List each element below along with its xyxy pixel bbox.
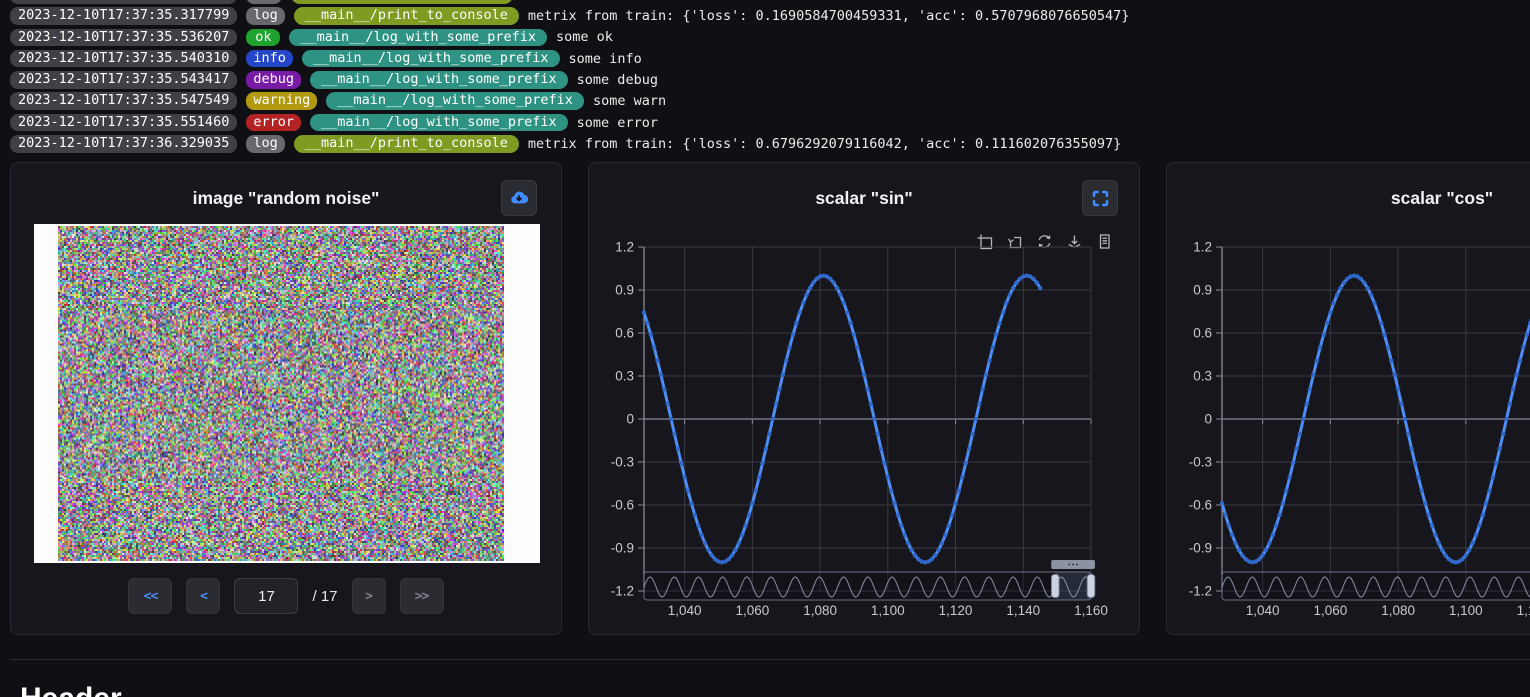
sin-card: scalar "sin" <box>588 162 1140 635</box>
timestamp-badge: 2023-12-10T17:37:36.329035 <box>10 135 237 153</box>
svg-text:-1.2: -1.2 <box>611 584 634 599</box>
svg-text:1,080: 1,080 <box>1381 603 1415 618</box>
timestamp-badge: 2023-12-10T17:37:35.317799 <box>10 7 237 25</box>
level-badge: warning <box>246 92 317 110</box>
next-page-button[interactable]: > <box>352 578 386 614</box>
level-badge <box>246 0 282 4</box>
timestamp-badge: 2023-12-10T17:37:35.543417 <box>10 71 237 89</box>
svg-text:-0.6: -0.6 <box>611 498 634 513</box>
log-message: some error <box>577 115 658 131</box>
svg-text:-0.6: -0.6 <box>1189 498 1212 513</box>
source-badge: __main__/log_with_some_prefix <box>326 92 584 110</box>
source-badge: __main__/print_to_console <box>294 135 519 153</box>
svg-text:1,080: 1,080 <box>803 603 837 618</box>
datazoom-handle-left[interactable] <box>1051 575 1059 598</box>
log-row: 2023-12-10T17:37:35.551460 error __main__/… <box>10 114 1129 132</box>
svg-text:1,160: 1,160 <box>1074 603 1108 618</box>
source-badge: __main__/log_with_some_prefix <box>302 50 560 68</box>
svg-text:-0.3: -0.3 <box>611 455 634 470</box>
svg-text:0.9: 0.9 <box>615 283 634 298</box>
timestamp-badge <box>10 0 237 4</box>
svg-text:1,140: 1,140 <box>1006 603 1040 618</box>
svg-text:0.6: 0.6 <box>615 326 634 341</box>
log-message: some warn <box>593 93 666 109</box>
svg-text:-1.2: -1.2 <box>1189 584 1212 599</box>
prev-page-button[interactable]: < <box>186 578 220 614</box>
source-badge: __main__/log_with_some_prefix <box>310 114 568 132</box>
log-message: metrix from train: {'loss': 0.6796292079… <box>528 136 1121 152</box>
cos-chart[interactable]: 1.2 0.9 0.6 0.3 0 -0.3 -0.6 -0.9 -1.2 1,040 1,060 1… <box>1167 163 1530 636</box>
log-message: some info <box>569 51 642 67</box>
sin-chart[interactable]: 1.2 0.9 0.6 0.3 0 -0.3 -0.6 -0.9 -1.2 1,040 1,060 1… <box>589 163 1141 636</box>
svg-text:1,100: 1,100 <box>1449 603 1483 618</box>
svg-text:0.3: 0.3 <box>1193 369 1212 384</box>
image-card-title: image "random noise" <box>11 188 561 209</box>
image-frame <box>34 224 540 563</box>
page-input[interactable] <box>234 578 298 614</box>
level-badge: log <box>246 7 284 25</box>
svg-text:0: 0 <box>1204 412 1212 427</box>
svg-text:0.3: 0.3 <box>615 369 634 384</box>
first-page-button[interactable]: << <box>128 578 172 614</box>
log-message: some ok <box>556 29 613 45</box>
svg-text:1.2: 1.2 <box>1193 240 1212 255</box>
svg-text:-0.9: -0.9 <box>611 541 634 556</box>
timestamp-badge: 2023-12-10T17:37:35.547549 <box>10 92 237 110</box>
svg-text:1,120: 1,120 <box>1517 603 1530 618</box>
timestamp-badge: 2023-12-10T17:37:35.551460 <box>10 114 237 132</box>
source-badge: __main__/log_with_some_prefix <box>289 29 547 47</box>
svg-text:1,040: 1,040 <box>1246 603 1280 618</box>
log-row: 2023-12-10T17:37:35.540310 info __main__/l… <box>10 50 1129 68</box>
log-row: 2023-12-10T17:37:35.536207 ok __main__/log… <box>10 29 1129 47</box>
divider <box>10 659 1530 660</box>
log-console: 2023-12-10T17:37:35.317799 log __main__/pr… <box>10 0 1129 156</box>
level-badge: info <box>246 50 293 68</box>
source-badge: __main__/log_with_some_prefix <box>310 71 568 89</box>
svg-text:0.6: 0.6 <box>1193 326 1212 341</box>
pagination: << < / 17 > >> <box>11 578 561 614</box>
svg-text:1,060: 1,060 <box>1313 603 1347 618</box>
source-badge <box>291 0 513 4</box>
noise-image <box>58 226 504 561</box>
svg-text:-0.3: -0.3 <box>1189 455 1212 470</box>
cards-row: image "random noise" << < / 17 > >> scal… <box>10 162 1530 635</box>
log-row: 2023-12-10T17:37:35.547549 warning __main_… <box>10 92 1129 110</box>
page-total-label: / 17 <box>312 588 337 605</box>
timestamp-badge: 2023-12-10T17:37:35.540310 <box>10 50 237 68</box>
cos-card: scalar "cos" 1.20.90.60.30-0.3-0.6-0.9-1… <box>1166 162 1530 635</box>
log-row: 2023-12-10T17:37:35.317799 log __main__/pr… <box>10 7 1129 25</box>
level-badge: debug <box>246 71 301 89</box>
datazoom-handle-right[interactable] <box>1087 575 1095 598</box>
footer-heading: Header <box>20 682 122 697</box>
svg-text:1,040: 1,040 <box>668 603 702 618</box>
log-message: some debug <box>577 72 658 88</box>
log-row: 2023-12-10T17:37:35.543417 debug __main__/… <box>10 71 1129 89</box>
svg-text:-0.9: -0.9 <box>1189 541 1212 556</box>
source-badge: __main__/print_to_console <box>294 7 519 25</box>
svg-text:1,060: 1,060 <box>735 603 769 618</box>
log-row: 2023-12-10T17:37:36.329035 log __main__/pr… <box>10 135 1129 153</box>
timestamp-badge: 2023-12-10T17:37:35.536207 <box>10 29 237 47</box>
download-button[interactable] <box>501 180 537 216</box>
log-message: metrix from train: {'loss': 0.1690584700… <box>528 8 1129 24</box>
last-page-button[interactable]: >> <box>400 578 444 614</box>
svg-text:1,120: 1,120 <box>939 603 973 618</box>
level-badge: ok <box>246 29 280 47</box>
level-badge: log <box>246 135 284 153</box>
svg-text:0: 0 <box>626 412 634 427</box>
cloud-download-icon <box>509 188 529 208</box>
svg-text:1,100: 1,100 <box>871 603 905 618</box>
svg-text:1.2: 1.2 <box>615 240 634 255</box>
datazoom-window[interactable] <box>1055 572 1091 600</box>
level-badge: error <box>246 114 301 132</box>
log-row <box>10 0 1129 4</box>
svg-text:0.9: 0.9 <box>1193 283 1212 298</box>
image-card: image "random noise" << < / 17 > >> <box>10 162 562 635</box>
